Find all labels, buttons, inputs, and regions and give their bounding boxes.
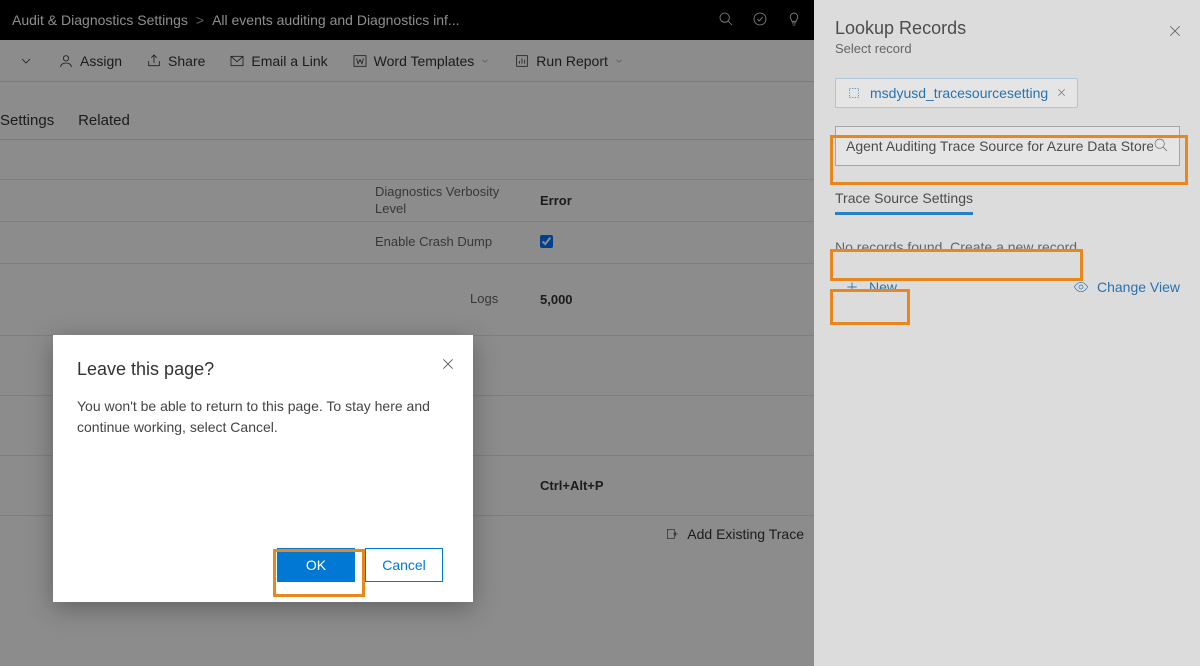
plus-icon	[845, 280, 859, 294]
leave-page-dialog: Leave this page? You won't be able to re…	[53, 335, 473, 602]
lookup-subtitle: Select record	[835, 41, 1180, 56]
new-record-button[interactable]: New	[835, 273, 907, 301]
new-label: New	[869, 279, 897, 295]
entity-pill-label: msdyusd_tracesourcesetting	[870, 85, 1048, 101]
entity-pill[interactable]: msdyusd_tracesourcesetting	[835, 78, 1078, 108]
lookup-search[interactable]	[835, 126, 1180, 166]
cancel-button[interactable]: Cancel	[365, 548, 443, 582]
lookup-section-tab[interactable]: Trace Source Settings	[835, 190, 973, 215]
no-records-message: No records found. Create a new record.	[835, 235, 1180, 259]
lookup-search-input[interactable]	[846, 138, 1153, 154]
entity-icon	[846, 85, 862, 101]
close-icon	[1168, 24, 1182, 38]
close-icon	[441, 357, 455, 371]
dialog-close-button[interactable]	[441, 357, 455, 374]
remove-pill-button[interactable]	[1056, 85, 1067, 101]
change-view-button[interactable]: Change View	[1073, 279, 1180, 295]
ok-button[interactable]: OK	[277, 548, 355, 582]
dialog-title: Leave this page?	[77, 359, 449, 380]
eye-icon	[1073, 279, 1089, 295]
change-view-label: Change View	[1097, 279, 1180, 295]
dialog-body: You won't be able to return to this page…	[77, 396, 449, 438]
lookup-panel: Lookup Records Select record msdyusd_tra…	[814, 0, 1200, 666]
lookup-close-button[interactable]	[1168, 24, 1182, 41]
search-icon[interactable]	[1153, 137, 1169, 156]
lookup-title: Lookup Records	[835, 18, 1180, 39]
